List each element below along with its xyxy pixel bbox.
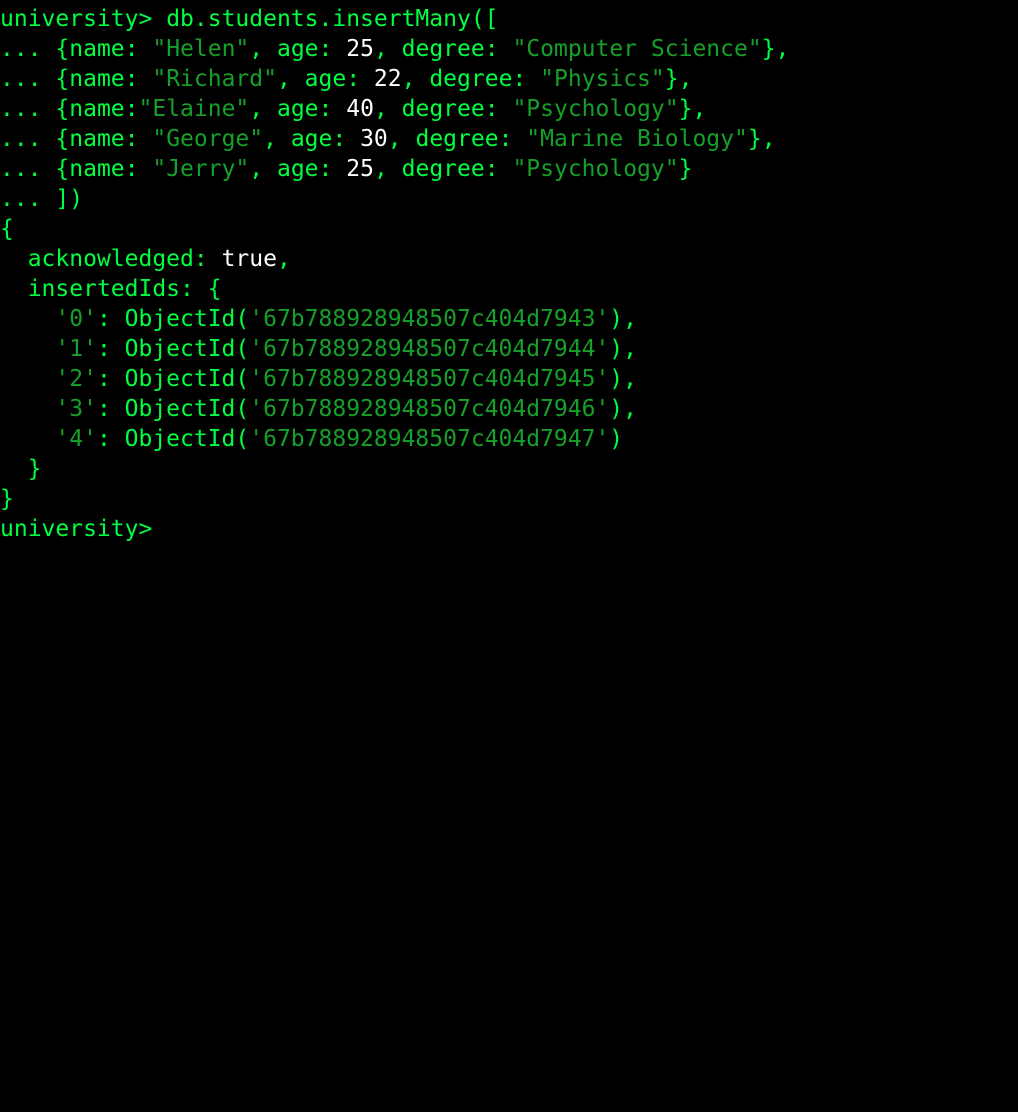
terminal-window[interactable]: university> db.students.insertMany([ ...… <box>0 0 1018 556</box>
inserted-id-row: '3': ObjectId('67b788928948507c404d7946'… <box>55 396 637 422</box>
acknowledged-line: acknowledged: true, <box>27 246 291 272</box>
acknowledged-key: acknowledged <box>27 246 194 272</box>
input-line: ... {name: "Richard", age: 22, degree: "… <box>0 66 693 92</box>
input-close-line: ... ]) <box>0 186 84 212</box>
input-line: ... {name: "Helen", age: 25, degree: "Co… <box>0 36 790 62</box>
input-line: ... {name:"Elaine", age: 40, degree: "Ps… <box>0 96 707 122</box>
inserted-ids-close: } <box>0 456 42 482</box>
inserted-id-row: '1': ObjectId('67b788928948507c404d7944'… <box>55 336 637 362</box>
command-line: university> db.students.insertMany([ <box>0 4 499 34</box>
input-line: ... {name: "George", age: 30, degree: "M… <box>0 126 776 152</box>
final-prompt[interactable]: university> <box>0 514 152 544</box>
prompt: university> <box>0 6 153 32</box>
inserted-id-row: '0': ObjectId('67b788928948507c404d7943'… <box>55 306 637 332</box>
inserted-ids-line: insertedIds: { <box>27 276 222 302</box>
inserted-ids-key: insertedIds <box>27 276 181 302</box>
result-close-brace: } <box>0 486 14 512</box>
input-line: ... {name: "Jerry", age: 25, degree: "Ps… <box>0 156 693 182</box>
inserted-id-row: '2': ObjectId('67b788928948507c404d7945'… <box>55 366 637 392</box>
command-text: db.students.insertMany([ <box>166 6 499 32</box>
result-open-brace: { <box>0 216 14 242</box>
inserted-id-row: '4': ObjectId('67b788928948507c404d7947'… <box>55 426 624 452</box>
acknowledged-value: true <box>221 246 277 272</box>
